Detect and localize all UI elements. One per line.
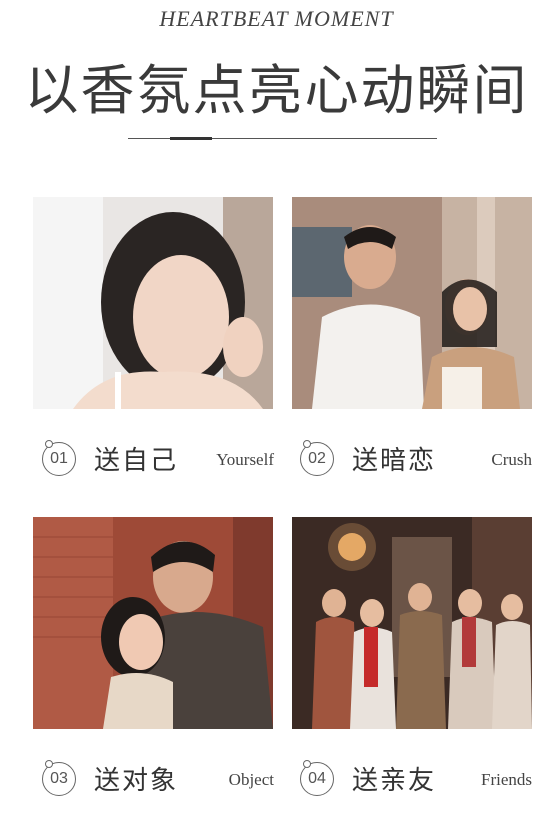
badge-dot-01 [45, 440, 53, 448]
photo-crush [292, 197, 532, 409]
page-title: 以香氛点亮心动瞬间 [24, 59, 529, 122]
label-row-01: 01 送自己 Yourself [42, 440, 274, 480]
label-row-02: 02 送暗恋 Crush [300, 440, 532, 480]
photo-yourself [33, 197, 273, 409]
photo-friends [292, 517, 532, 729]
label-cn-01: 送自己 [94, 446, 179, 476]
label-en-01: Yourself [216, 450, 274, 469]
photo-yourself-image [33, 197, 273, 409]
label-cn-02: 送暗恋 [352, 446, 437, 476]
label-row-03: 03 送对象 Object [42, 760, 274, 800]
photo-crush-image [292, 197, 532, 409]
header-divider-accent [170, 137, 212, 140]
label-en-03: Object [228, 770, 274, 789]
badge-dot-03 [45, 760, 53, 768]
label-en-02: Crush [491, 450, 532, 469]
label-en-04: Friends [481, 770, 532, 789]
badge-dot-04 [303, 760, 311, 768]
header-subtitle: HEARTBEAT MOMENT [159, 6, 394, 31]
label-cn-03: 送对象 [94, 766, 179, 796]
label-cn-04: 送亲友 [352, 766, 437, 796]
photo-object [33, 517, 273, 729]
badge-dot-02 [303, 440, 311, 448]
photo-friends-image [292, 517, 532, 729]
photo-object-image [33, 517, 273, 729]
label-row-04: 04 送亲友 Friends [300, 760, 532, 800]
